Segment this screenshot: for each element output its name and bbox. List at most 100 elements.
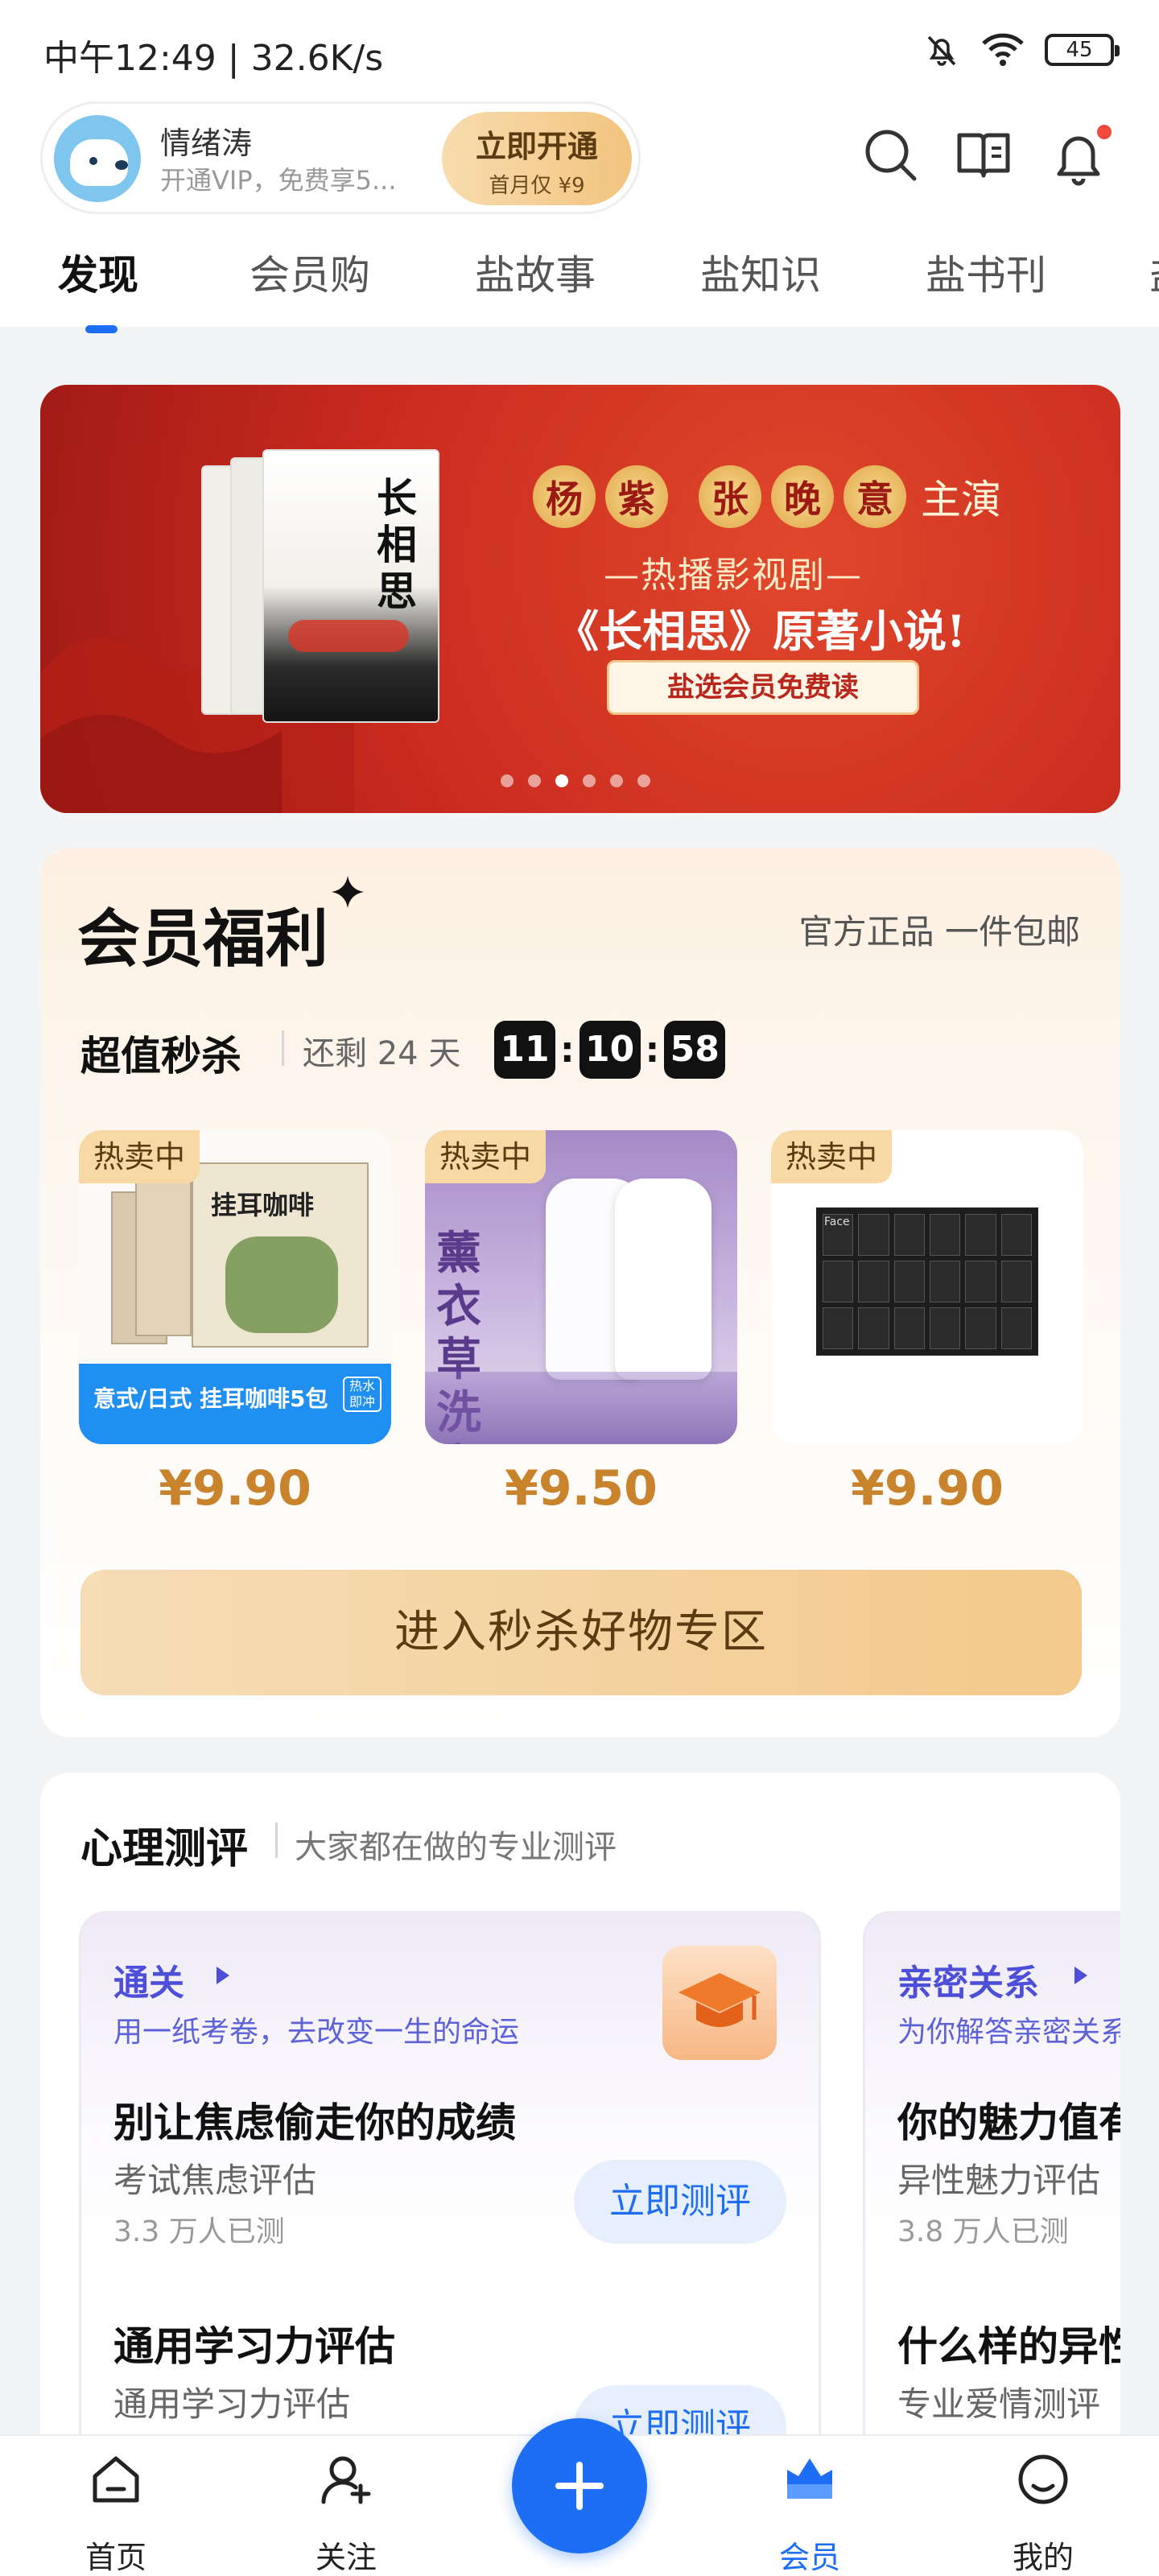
me-icon: [1018, 2454, 1068, 2504]
member-icon: [787, 2458, 832, 2499]
countdown-seconds: 58: [664, 1021, 726, 1079]
mask-pack: [929, 1307, 961, 1349]
psych-title: 心理测评: [80, 1825, 249, 1873]
mask-pack: [965, 1261, 996, 1302]
home-icon: [93, 2456, 139, 2503]
test-card-intimacy[interactable]: 亲密关系 为你解答亲密关系的困惑 你的魅力值有多高 异性魅力评估 3.8 万人已…: [863, 1911, 1120, 2465]
banner-cta-button[interactable]: 盐选会员免费读: [607, 660, 919, 715]
divider: [282, 1030, 284, 1066]
open-vip-button[interactable]: 立即开通 首月仅 ¥9: [442, 112, 632, 205]
status-bar: 中午12:49 | 32.6K/s 45: [0, 0, 1159, 101]
enter-flash-sale-button[interactable]: 进入秒杀好物专区: [80, 1570, 1082, 1695]
battery-icon: 45: [1045, 34, 1120, 66]
hot-selling-tag: 热卖中: [79, 1130, 200, 1183]
test-card-exam[interactable]: 通关 用一纸考卷，去改变一生的命运 别让焦虑偷走你的成绩 考试焦虑评估 3.3 …: [79, 1911, 821, 2465]
tab-salt-stories[interactable]: 盐故事: [475, 243, 596, 301]
test-category-desc: 用一纸考卷，去改变一生的命运: [113, 2016, 520, 2049]
test-item-count: 3.3 万人已测: [113, 2215, 285, 2248]
carousel-dot[interactable]: [528, 774, 541, 787]
banner-subtitle: —热播影视剧—: [604, 555, 863, 596]
nav-member[interactable]: 会员: [729, 2436, 890, 2576]
tab-salt-books[interactable]: 盐书刊: [926, 243, 1046, 301]
carousel-dot[interactable]: [501, 774, 514, 787]
mask-pack: [965, 1307, 996, 1349]
status-icons: 45: [922, 31, 1120, 69]
cast-char: 张: [699, 465, 761, 528]
test-item-subtitle: 通用学习力评估: [113, 2384, 351, 2424]
psych-subtitle: 大家都在做的专业测评: [295, 1829, 617, 1866]
book-cover-ink: [288, 620, 409, 652]
play-arrow-icon: [1074, 1967, 1087, 1984]
nav-label: 会员: [778, 2540, 840, 2575]
test-item-title[interactable]: 什么样的异性最吸引你: [897, 2314, 1120, 2372]
welfare-guarantee: 官方正品 一件包邮: [798, 912, 1080, 952]
coffee-badge: 热水即冲: [343, 1377, 382, 1412]
mask-pack: [893, 1261, 925, 1302]
product-card-coffee[interactable]: 热卖中 挂耳咖啡 意式/日式 挂耳咖啡5包 热水即冲: [79, 1130, 391, 1444]
create-post-button[interactable]: [512, 2418, 647, 2553]
open-vip-label: 立即开通: [475, 129, 598, 164]
avatar-nose: [115, 160, 128, 170]
carousel-dot[interactable]: [610, 774, 623, 787]
mask-pack: [929, 1214, 961, 1256]
vip-pill[interactable]: 情绪涛 开通VIP，免费享5... 立即开通 首月仅 ¥9: [40, 101, 641, 214]
mask-pack: [858, 1214, 889, 1256]
psych-test-section: 心理测评 大家都在做的专业测评 通关 用一纸考卷，去改变一生的命运 别让焦虑偷走…: [40, 1773, 1120, 2465]
user-name: 情绪涛: [160, 126, 253, 161]
product-price: ¥9.90: [851, 1460, 1004, 1517]
mask-pack: [858, 1307, 889, 1349]
test-item-count: 3.8 万人已测: [897, 2215, 1069, 2248]
nav-me[interactable]: 我的: [963, 2436, 1124, 2576]
mask-pack: [1000, 1214, 1032, 1256]
category-tabs: 发现 会员购 盐故事 盐知识 盐书刊 盐: [0, 217, 1159, 327]
tab-member-shop[interactable]: 会员购: [250, 243, 370, 301]
test-item-title[interactable]: 通用学习力评估: [113, 2314, 395, 2372]
test-item-title[interactable]: 你的魅力值有多高: [897, 2091, 1120, 2149]
carousel-dot[interactable]: [637, 774, 650, 787]
book-cover: 长相思: [262, 449, 439, 723]
notification-bell-icon[interactable]: [1048, 124, 1112, 188]
tab-salt-knowledge[interactable]: 盐知识: [700, 243, 821, 301]
wifi-icon: [982, 33, 1024, 66]
cast-char: 晚: [771, 465, 834, 528]
coffee-pack-shadow: [135, 1175, 192, 1336]
cast-char: 杨: [533, 465, 596, 528]
mask-pack: [893, 1307, 925, 1349]
coffee-caption-bar: 意式/日式 挂耳咖啡5包 热水即冲: [79, 1364, 391, 1444]
countdown-colon: :: [560, 1029, 575, 1071]
book-icon[interactable]: [953, 124, 1014, 185]
tab-discover[interactable]: 发现: [58, 243, 138, 301]
book-cover-title: 长相思: [377, 474, 417, 615]
lavender-field: [425, 1372, 737, 1444]
status-time: 中午12:49 | 32.6K/s: [43, 38, 384, 79]
mask-pack: [965, 1214, 996, 1256]
tab-salt-more[interactable]: 盐: [1149, 243, 1159, 301]
coffee-pack-label: 挂耳咖啡: [211, 1190, 315, 1220]
avatar-eye: [89, 157, 97, 165]
countdown-hours: 11: [494, 1021, 555, 1079]
carousel-dot-active[interactable]: [555, 774, 568, 787]
member-welfare-card: 会员福利 官方正品 一件包邮 超值秒杀 还剩 24 天 11 : 10 : 58…: [40, 848, 1120, 1737]
detergent-bottle: [615, 1179, 711, 1380]
test-category[interactable]: 通关: [113, 1954, 184, 2005]
nav-label: 首页: [85, 2540, 146, 2575]
start-test-button[interactable]: 立即测评: [574, 2160, 786, 2244]
coffee-pack-front: 挂耳咖啡: [192, 1162, 369, 1348]
test-item-title[interactable]: 别让焦虑偷走你的成绩: [113, 2091, 516, 2149]
mask-pack: [1000, 1261, 1032, 1302]
search-icon[interactable]: [860, 124, 921, 185]
active-tab-indicator: [85, 325, 118, 333]
nav-label: 我的: [1012, 2540, 1074, 2575]
hot-selling-tag: 热卖中: [771, 1130, 892, 1183]
mask-brand: Face: [824, 1216, 850, 1228]
nav-home[interactable]: 首页: [35, 2436, 196, 2576]
product-card-face-mask[interactable]: Face 热卖中: [771, 1130, 1083, 1444]
countdown-timer: 11 : 10 : 58: [494, 1021, 726, 1079]
carousel-dot[interactable]: [583, 774, 596, 787]
carousel-dots: [501, 774, 650, 787]
product-card-detergent[interactable]: 薰衣草洗衣液 热卖中: [425, 1130, 737, 1444]
test-category[interactable]: 亲密关系: [897, 1954, 1039, 2005]
avatar[interactable]: [54, 115, 141, 202]
promo-banner[interactable]: 长相思 杨 紫 张 晚 意 主演 —热播影视剧— 《长相思》原著小说! 盐选会员…: [40, 385, 1120, 813]
nav-follow[interactable]: 关注: [266, 2436, 427, 2576]
